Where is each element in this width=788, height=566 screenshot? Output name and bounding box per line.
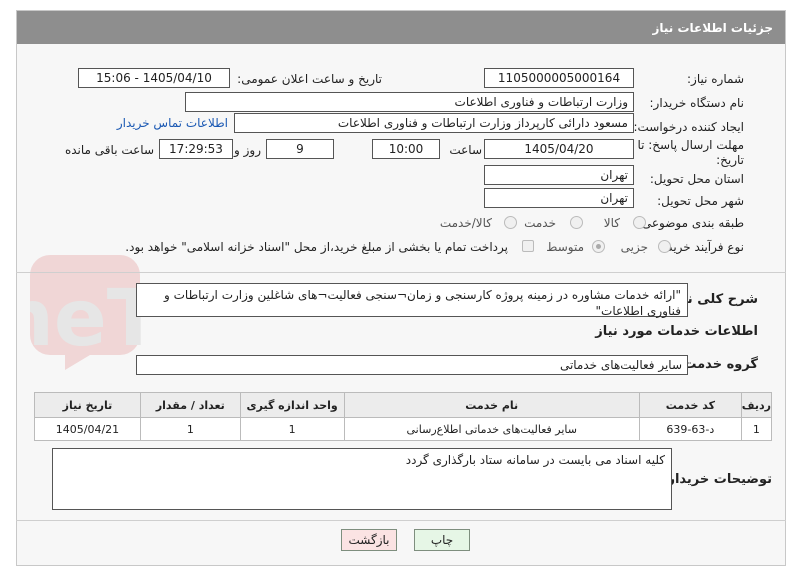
need-number-field: 1105000005000164: [484, 68, 634, 88]
category-label: طبقه بندی موضوعی:: [637, 216, 744, 230]
process-minor-label: جزیی: [620, 240, 648, 254]
panel-title: جزئیات اطلاعات نیاز: [17, 11, 785, 44]
remaining-label: ساعت باقی مانده: [64, 143, 154, 157]
province-field: تهران: [484, 165, 634, 185]
cell-date: 1405/04/21: [34, 417, 141, 441]
col-unit: واحد اندازه گیری: [239, 392, 345, 418]
table-header-row: ردیف کد خدمت نام خدمت واحد اندازه گیری ت…: [34, 392, 773, 418]
need-number-label: شماره نیاز:: [687, 72, 744, 86]
service-group-label: گروه خدمت:: [678, 357, 758, 372]
back-button[interactable]: بازگشت: [341, 529, 397, 551]
category-goods-label: کالا: [603, 216, 620, 230]
col-row: ردیف: [740, 392, 773, 418]
divider-bottom: [16, 520, 786, 521]
province-label: استان محل تحویل:: [649, 172, 744, 186]
process-medium-radio[interactable]: [592, 240, 605, 253]
services-section-title: اطلاعات خدمات مورد نیاز: [595, 324, 758, 339]
city-field: تهران: [484, 188, 634, 208]
remaining-time-field: 17:29:53: [159, 139, 233, 159]
buyer-notes-textarea[interactable]: کلیه اسناد می بایست در سامانه ستاد بارگذ…: [52, 448, 672, 510]
col-name: نام خدمت: [343, 392, 640, 418]
category-both-label: کالا/خدمت: [439, 216, 492, 230]
creator-field: مسعود دارائی کارپرداز وزارت ارتباطات و ف…: [234, 113, 634, 133]
table-row: 1 د-63-639 سایر فعالیت‌های خدماتی اطلاع‌…: [34, 417, 773, 441]
city-label: شهر محل تحویل:: [657, 194, 744, 208]
days-label: روز و: [234, 143, 261, 157]
divider: [16, 272, 786, 273]
cell-name: سایر فعالیت‌های خدماتی اطلاع‌رسانی: [343, 417, 640, 441]
category-both-radio[interactable]: [504, 216, 517, 229]
cell-row: 1: [740, 417, 773, 441]
col-date: تاریخ نیاز: [34, 392, 141, 418]
announce-label: تاریخ و ساعت اعلان عمومی:: [237, 72, 382, 86]
deadline-time-field: 10:00: [372, 139, 440, 159]
buyer-notes-label: توضیحات خریدار:: [662, 472, 772, 487]
deadline-time-label: ساعت: [449, 143, 482, 157]
category-service-radio[interactable]: [570, 216, 583, 229]
days-field: 9: [266, 139, 334, 159]
buyer-org-label: نام دستگاه خریدار:: [649, 96, 745, 110]
service-group-field: سایر فعالیت‌های خدماتی: [136, 355, 688, 375]
treasury-checkbox[interactable]: [522, 240, 534, 252]
deadline-date-field: 1405/04/20: [484, 139, 634, 159]
buyer-org-field: وزارت ارتباطات و فناوری اطلاعات: [185, 92, 634, 112]
col-qty: تعداد / مقدار: [139, 392, 241, 418]
category-service-label: خدمت: [524, 216, 556, 230]
cell-unit: 1: [239, 417, 345, 441]
process-label: نوع فرآیند خرید :: [659, 240, 744, 254]
announce-field: 1405/04/10 - 15:06: [78, 68, 230, 88]
process-minor-radio[interactable]: [658, 240, 671, 253]
creator-label: ایجاد کننده درخواست:: [633, 120, 744, 134]
services-table: ردیف کد خدمت نام خدمت واحد اندازه گیری ت…: [34, 392, 773, 441]
process-medium-label: متوسط: [546, 240, 584, 254]
summary-textarea[interactable]: "ارائه خدمات مشاوره در زمینه پروژه کارسن…: [136, 283, 688, 318]
category-goods-radio[interactable]: [633, 216, 646, 229]
contact-info-link[interactable]: اطلاعات تماس خریدار: [117, 116, 228, 130]
deadline-label: مهلت ارسال پاسخ: تا تاریخ:: [637, 138, 744, 167]
print-button[interactable]: چاپ: [414, 529, 470, 551]
cell-qty: 1: [139, 417, 241, 441]
col-code: کد خدمت: [638, 392, 742, 418]
payment-note: پرداخت تمام یا بخشی از مبلغ خرید،از محل …: [125, 240, 508, 254]
cell-code: د-63-639: [638, 417, 742, 441]
